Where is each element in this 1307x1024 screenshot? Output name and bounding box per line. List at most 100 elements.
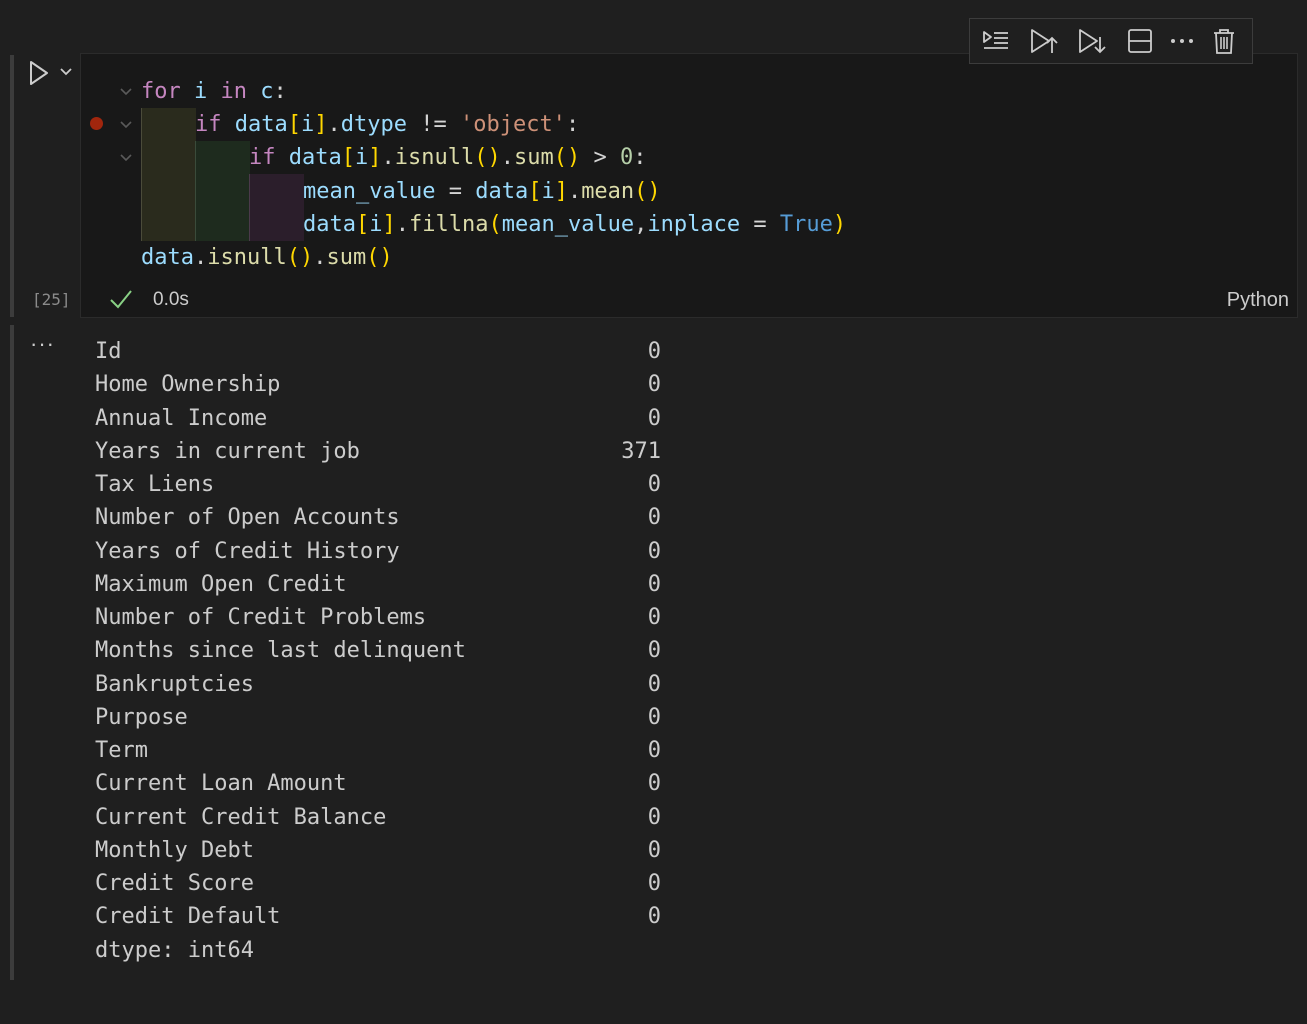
fold-chevron-icon[interactable] (118, 150, 134, 166)
output-row-value: 0 (647, 871, 661, 896)
output-row: Monthly Debt 0 (95, 834, 661, 867)
output-row-label: Years in current job (95, 438, 360, 464)
fold-chevron-icon[interactable] (118, 84, 134, 100)
code-token: inplace (647, 211, 741, 237)
code-token: mean_value (501, 211, 635, 237)
code-token: sum (326, 245, 367, 270)
code-token: = (448, 178, 462, 204)
code-token: isnull (394, 145, 475, 171)
code-token: fillna (408, 211, 489, 237)
output-row: Number of Open Accounts 0 (95, 501, 661, 534)
output-row-label: Tax Liens (95, 472, 215, 497)
output-row-value: 0 (647, 638, 661, 664)
output-more-icon[interactable]: ··· (30, 333, 58, 357)
execute-below-icon (1079, 29, 1106, 54)
code-line: data.isnull().sum() (141, 241, 393, 274)
output-row-label: Years of Credit History (95, 538, 400, 564)
code-token: data (234, 112, 288, 138)
code-line: if data[i].dtype != 'object': (195, 108, 579, 141)
execution-time: 0.0s (153, 289, 189, 310)
code-token: 'object' (459, 112, 566, 138)
code-token: data (141, 245, 194, 270)
play-icon (30, 61, 48, 85)
split-cell-button[interactable] (1120, 23, 1160, 59)
code-token: . (567, 178, 582, 204)
code-token: if (249, 145, 276, 171)
code-token: : (633, 145, 647, 171)
code-token: = (753, 211, 767, 237)
code-line: mean_value = data[i].mean() (303, 175, 661, 208)
code-token: , (634, 211, 648, 237)
code-token: ) (832, 211, 847, 237)
output-row-value: 0 (647, 904, 661, 930)
code-token: [ (528, 178, 542, 204)
indent-guide-level-3 (249, 174, 304, 241)
output-row-label: Maximum Open Credit (95, 571, 347, 597)
code-token: [ (355, 211, 370, 237)
output-row-value: 0 (647, 671, 661, 697)
code-token: sum (513, 145, 554, 171)
code-token: [ (341, 145, 355, 171)
code-token: i (300, 112, 315, 138)
output-row-value: 0 (647, 771, 661, 797)
more-icon (1171, 39, 1193, 43)
output-row-label: Months since last delinquent (95, 638, 466, 664)
code-token: c (260, 79, 274, 104)
output-row-label: Annual Income (95, 405, 268, 431)
code-token: data (475, 178, 529, 204)
breakpoint-marker[interactable] (90, 117, 103, 130)
output-row-label: Home Ownership (95, 372, 281, 398)
code-token: . (381, 145, 395, 171)
code-token: : (565, 112, 580, 138)
code-token: ] (382, 211, 396, 237)
delete-cell-button[interactable] (1204, 23, 1244, 59)
code-token: dtype (340, 112, 407, 138)
code-token: data (288, 145, 342, 171)
run-options-dropdown[interactable] (57, 62, 75, 82)
code-token: . (327, 112, 341, 138)
code-token: ] (554, 178, 568, 204)
output-row: Years of Credit History 0 (95, 535, 661, 568)
code-token: () (634, 178, 661, 204)
code-token: in (220, 79, 248, 104)
output-row-value: 0 (647, 372, 661, 398)
code-token: ] (314, 112, 328, 138)
code-line: data[i].fillna(mean_value,inplace = True… (303, 208, 846, 241)
code-token: . (395, 211, 409, 237)
code-token: mean_value (303, 178, 436, 204)
output-row-label: Current Credit Balance (95, 804, 387, 830)
output-row: Id 0 (95, 335, 661, 368)
code-line: if data[i].isnull().sum() > 0: (249, 141, 646, 174)
output-row-label: Number of Open Accounts (95, 505, 400, 531)
more-actions-button[interactable] (1162, 23, 1202, 59)
output-row-value: 371 (621, 438, 661, 464)
fold-chevron-icon[interactable] (118, 117, 134, 133)
output-row: Annual Income 0 (95, 402, 661, 435)
code-token: : (273, 79, 287, 104)
output-row: Purpose 0 (95, 701, 661, 734)
code-token: mean (581, 178, 635, 204)
run-by-line-button[interactable] (976, 23, 1016, 59)
output-row-value: 0 (647, 472, 661, 497)
code-token: ( (488, 211, 502, 237)
run-cell-button[interactable] (26, 60, 52, 86)
code-token: i (354, 145, 369, 171)
output-row: Months since last delinquent 0 (95, 634, 661, 667)
execution-count: [25] (32, 290, 71, 309)
cell-language-picker[interactable]: Python (1227, 289, 1289, 312)
output-focus-bar (10, 325, 14, 980)
execute-below-button[interactable] (1072, 23, 1112, 59)
output-row-label: Purpose (95, 704, 188, 730)
output-row: Tax Liens 0 (95, 468, 661, 501)
output-row-label: Current Loan Amount (95, 771, 347, 797)
cell-focus-bar (10, 55, 14, 317)
output-row: Years in current job 371 (95, 435, 661, 468)
execute-above-button[interactable] (1024, 23, 1064, 59)
